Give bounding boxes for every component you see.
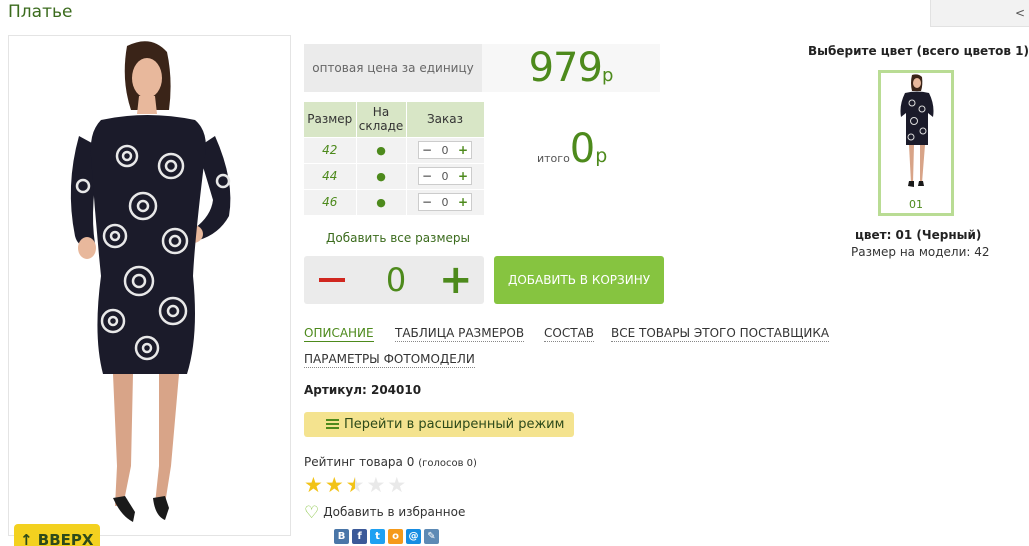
rating-stars[interactable]: ★ ★ ★ ★ ★	[304, 475, 406, 496]
model-image	[70, 41, 231, 522]
price-value: 979	[528, 45, 603, 91]
quantity-value[interactable]: 0	[442, 170, 449, 183]
table-row: 44 ● − 0 +	[304, 162, 485, 189]
star-icon[interactable]: ★	[304, 475, 323, 496]
add-to-favorites[interactable]: ♡ Добавить в избранное	[304, 503, 465, 523]
tab-model-parameters[interactable]: ПАРАМЕТРЫ ФОТОМОДЕЛИ	[304, 352, 475, 368]
extended-mode-label: Перейти в расширенный режим	[344, 417, 565, 432]
arrow-up-icon: ↑	[20, 531, 38, 546]
livejournal-icon[interactable]: ✎	[424, 529, 439, 544]
stock-indicator-icon: ●	[356, 136, 407, 163]
quantity-value[interactable]: 0	[442, 144, 449, 157]
extended-mode-button[interactable]: Перейти в расширенный режим	[304, 412, 574, 437]
price-value-box: 979р	[482, 44, 660, 92]
order-total: итого0р	[537, 126, 607, 172]
quantity-stepper: − 0 +	[418, 141, 472, 159]
plus-button[interactable]: +	[458, 195, 468, 209]
add-to-cart-button[interactable]: ДОБАВИТЬ В КОРЗИНУ	[494, 256, 664, 304]
star-icon[interactable]: ★	[325, 475, 344, 496]
tab-composition[interactable]: СОСТАВ	[544, 326, 594, 342]
total-currency: р	[595, 145, 608, 167]
price-currency: р	[601, 65, 614, 86]
minus-icon[interactable]	[319, 278, 345, 282]
swatch-image	[900, 74, 934, 187]
scroll-up-button[interactable]: ↑ ВВЕРХ	[14, 524, 100, 546]
vk-icon[interactable]: В	[334, 529, 349, 544]
size-cell: 44	[304, 162, 357, 189]
product-photo[interactable]	[8, 35, 291, 536]
plus-button[interactable]: +	[458, 143, 468, 157]
plus-icon[interactable]: +	[439, 256, 473, 304]
total-value: 0	[569, 126, 596, 172]
odnoklassniki-icon[interactable]: о	[388, 529, 403, 544]
color-swatch[interactable]: 01	[878, 70, 954, 216]
list-icon	[326, 419, 339, 429]
article-number: Артикул: 204010	[304, 383, 422, 397]
social-share: В f t о @ ✎	[334, 529, 439, 544]
stock-indicator-icon: ●	[356, 188, 407, 215]
rating-text: Рейтинг товара 0 (голосов 0)	[304, 455, 477, 469]
collapse-button[interactable]: <	[930, 0, 1029, 27]
quantity-value[interactable]: 0	[442, 196, 449, 209]
quantity-stepper: − 0 +	[418, 193, 472, 212]
size-cell: 42	[304, 136, 357, 163]
price-label: оптовая цена за единицу	[304, 44, 482, 92]
twitter-icon[interactable]: t	[370, 529, 385, 544]
rating-votes: (голосов 0)	[418, 458, 477, 469]
model-size: Размер на модели: 42	[851, 245, 990, 259]
tab-supplier-products[interactable]: ВСЕ ТОВАРЫ ЭТОГО ПОСТАВЩИКА	[611, 326, 830, 342]
star-icon[interactable]: ★	[346, 475, 365, 496]
add-all-sizes-link[interactable]: Добавить все размеры	[326, 231, 470, 245]
tab-size-chart[interactable]: ТАБЛИЦА РАЗМЕРОВ	[395, 326, 525, 342]
favorites-label: Добавить в избранное	[323, 505, 466, 519]
page-title: Платье	[8, 2, 73, 22]
quantity-value[interactable]: 0	[378, 261, 414, 299]
minus-button[interactable]: −	[422, 195, 432, 209]
minus-button[interactable]: −	[422, 169, 432, 183]
heart-icon: ♡	[304, 503, 320, 523]
selected-color-name: цвет: 01 (Черный)	[855, 228, 982, 242]
star-icon[interactable]: ★	[387, 475, 406, 496]
star-icon[interactable]: ★	[366, 475, 385, 496]
header-stock: На складе	[356, 102, 407, 137]
quantity-control: 0 +	[304, 256, 484, 304]
quantity-stepper: − 0 +	[418, 167, 472, 185]
color-picker-heading: Выберите цвет (всего цветов 1)	[808, 44, 1029, 58]
mailru-icon[interactable]: @	[406, 529, 421, 544]
header-order: Заказ	[406, 102, 485, 137]
table-row: 46 ● − 0 +	[304, 188, 485, 215]
size-cell: 46	[304, 188, 357, 215]
size-order-table: Размер На складе Заказ 42 ● − 0 + 44 ● −…	[304, 102, 485, 215]
total-label: итого	[537, 152, 570, 165]
minus-button[interactable]: −	[422, 143, 432, 157]
facebook-icon[interactable]: f	[352, 529, 367, 544]
tab-description[interactable]: ОПИСАНИЕ	[304, 326, 374, 342]
plus-button[interactable]: +	[458, 169, 468, 183]
scroll-up-label: ВВЕРХ	[37, 531, 94, 546]
table-row: 42 ● − 0 +	[304, 136, 485, 163]
swatch-code: 01	[909, 198, 923, 211]
stock-indicator-icon: ●	[356, 162, 407, 189]
rating-label: Рейтинг товара 0	[304, 455, 415, 469]
header-size: Размер	[304, 102, 357, 137]
